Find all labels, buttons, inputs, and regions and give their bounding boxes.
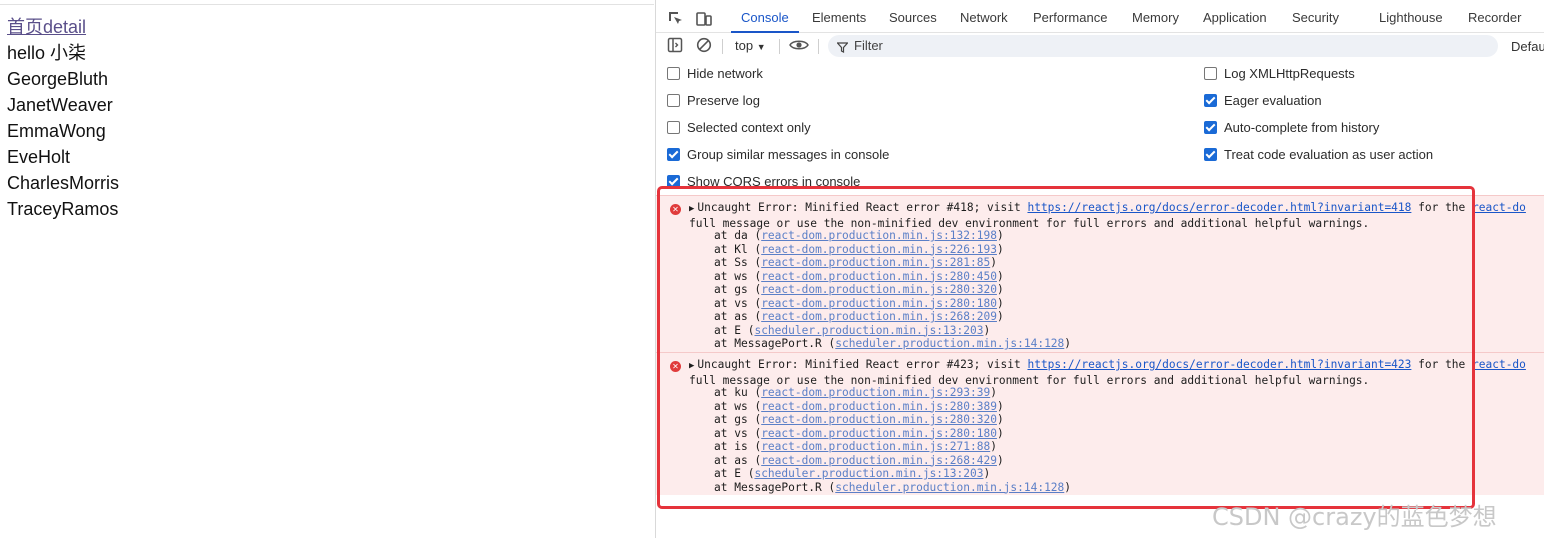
user-item: TraceyRamos: [7, 199, 119, 219]
source-link[interactable]: react-do: [1472, 358, 1526, 371]
devtools-tabbar: Console Elements Sources Network Perform…: [656, 6, 1544, 33]
tab-application[interactable]: Application: [1203, 6, 1267, 32]
user-item: CharlesMorris: [7, 173, 120, 193]
setting-label: Selected context only: [687, 120, 811, 135]
tab-memory[interactable]: Memory: [1132, 6, 1179, 32]
console-toolbar: top ▼ Filter Default: [656, 34, 1544, 58]
tab-lighthouse[interactable]: Lighthouse: [1379, 6, 1443, 32]
setting-hide-network[interactable]: Hide network: [667, 66, 763, 84]
top-divider: [0, 4, 654, 5]
setting-eager-evaluation[interactable]: Eager evaluation: [1204, 93, 1322, 111]
checkbox[interactable]: [667, 121, 680, 134]
filter-icon: [836, 40, 849, 58]
tab-network[interactable]: Network: [960, 6, 1008, 32]
checkbox-checked[interactable]: [1204, 121, 1217, 134]
filter-placeholder: Filter: [854, 38, 883, 53]
context-selector[interactable]: top ▼: [735, 38, 766, 53]
sidebar-toggle-icon[interactable]: [667, 37, 683, 58]
toolbar-divider: [722, 39, 723, 54]
device-toolbar-icon[interactable]: [695, 10, 713, 28]
tab-elements[interactable]: Elements: [812, 6, 866, 32]
user-item: GeorgeBluth: [7, 69, 109, 89]
setting-label: Eager evaluation: [1224, 93, 1322, 108]
checkbox[interactable]: [1204, 67, 1217, 80]
clear-console-icon[interactable]: [696, 37, 712, 58]
filter-input[interactable]: Filter: [828, 35, 1498, 57]
tab-sources[interactable]: Sources: [889, 6, 937, 32]
checkbox-checked[interactable]: [667, 148, 680, 161]
tab-performance[interactable]: Performance: [1033, 6, 1107, 32]
checkbox-checked[interactable]: [1204, 148, 1217, 161]
setting-autocomplete-history[interactable]: Auto-complete from history: [1204, 120, 1379, 138]
checkbox-checked[interactable]: [1204, 94, 1217, 107]
greeting-text: hello 小柒: [7, 43, 87, 63]
tab-console[interactable]: Console: [731, 6, 799, 33]
detail-link[interactable]: 首页detail: [7, 14, 119, 40]
tab-recorder[interactable]: Recorder: [1468, 6, 1521, 32]
toolbar-divider: [818, 39, 819, 54]
setting-treat-as-user-action[interactable]: Treat code evaluation as user action: [1204, 147, 1433, 165]
setting-label: Auto-complete from history: [1224, 120, 1380, 135]
setting-label: Hide network: [687, 66, 763, 81]
live-expression-eye-icon[interactable]: [789, 38, 809, 57]
user-item: JanetWeaver: [7, 95, 113, 115]
error-highlight-box: [657, 186, 1475, 509]
checkbox[interactable]: [667, 67, 680, 80]
rendered-page: 首页detail hello 小柒 GeorgeBluth JanetWeave…: [7, 14, 119, 222]
user-item: EmmaWong: [7, 121, 106, 141]
setting-label: Group similar messages in console: [687, 147, 890, 162]
setting-label: Preserve log: [687, 93, 760, 108]
chevron-down-icon: ▼: [756, 42, 766, 52]
setting-label: Log XMLHttpRequests: [1224, 66, 1355, 81]
context-selector-label: top: [735, 38, 754, 53]
setting-log-xhr[interactable]: Log XMLHttpRequests: [1204, 66, 1355, 84]
watermark: CSDN @crazy的蓝色梦想: [1212, 503, 1497, 531]
source-link[interactable]: react-do: [1472, 201, 1526, 214]
checkbox[interactable]: [667, 94, 680, 107]
tab-security[interactable]: Security: [1292, 6, 1339, 32]
inspect-element-icon[interactable]: [667, 10, 685, 28]
setting-selected-context-only[interactable]: Selected context only: [667, 120, 811, 138]
toolbar-divider: [779, 39, 780, 54]
console-settings: Hide network Preserve log Selected conte…: [656, 60, 1544, 190]
log-levels-dropdown[interactable]: Default: [1511, 39, 1544, 54]
user-item: EveHolt: [7, 147, 71, 167]
setting-label: Treat code evaluation as user action: [1224, 147, 1434, 162]
setting-preserve-log[interactable]: Preserve log: [667, 93, 760, 111]
setting-group-similar[interactable]: Group similar messages in console: [667, 147, 889, 165]
